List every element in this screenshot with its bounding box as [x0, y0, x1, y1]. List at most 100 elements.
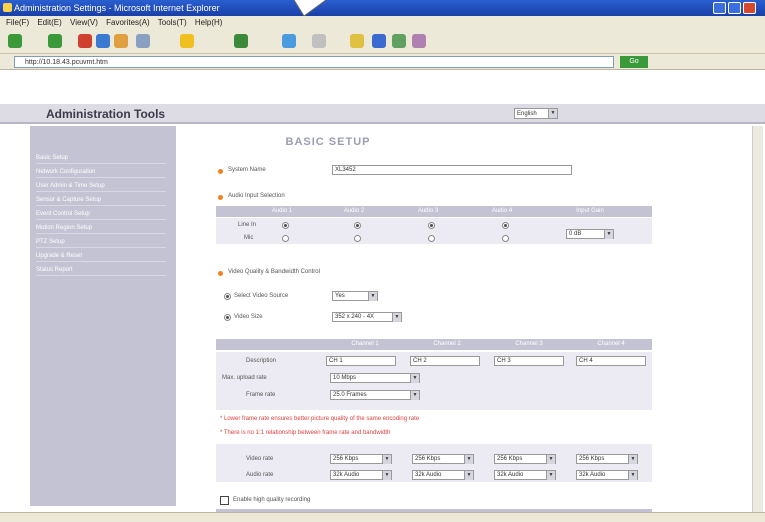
description-ch1[interactable]: CH 1 — [326, 356, 396, 366]
video-rate-ch1[interactable]: 256 Kbps ▼ — [330, 454, 392, 464]
video-source-select[interactable]: Yes ▼ — [332, 291, 378, 301]
audio-col-4: Audio 4 — [491, 208, 513, 214]
chevron-down-icon: ▼ — [368, 292, 377, 301]
video-size-select[interactable]: 352 x 240 - 4X ▼ — [332, 312, 402, 322]
radio-line-in-3[interactable] — [428, 222, 435, 229]
audio-row-mic: Mic — [244, 235, 254, 241]
menu-item-view[interactable]: View(V) — [70, 18, 98, 27]
refresh-icon[interactable] — [96, 34, 110, 48]
close-button[interactable] — [743, 2, 756, 14]
radio-mic-3[interactable] — [428, 235, 435, 242]
chevron-down-icon: ▼ — [410, 374, 419, 383]
high-quality-checkbox[interactable] — [220, 496, 229, 505]
maximize-button[interactable] — [728, 2, 741, 14]
research-icon[interactable] — [412, 34, 426, 48]
radio-line-in-2[interactable] — [354, 222, 361, 229]
sidebar-item-ptz[interactable]: PTZ Setup — [36, 236, 166, 248]
forward-icon[interactable] — [48, 34, 62, 48]
video-rate-ch4-value: 256 Kbps — [579, 456, 605, 462]
frame-rate-select[interactable]: 25.0 Frames ▼ — [330, 390, 420, 400]
max-upload-value: 10 Mbps — [333, 375, 357, 381]
chevron-down-icon: ▼ — [382, 471, 391, 480]
window-title: Administration Settings - Microsoft Inte… — [14, 3, 220, 13]
sidebar-item-basic-setup[interactable]: Basic Setup — [36, 152, 166, 164]
radio-mic-2[interactable] — [354, 235, 361, 242]
chevron-down-icon: ▼ — [382, 455, 391, 464]
description-ch3[interactable]: CH 3 — [494, 356, 564, 366]
description-ch2[interactable]: CH 2 — [410, 356, 480, 366]
radio-video-source[interactable] — [224, 293, 231, 300]
frame-rate-note: * Lower frame rate ensures better pictur… — [220, 416, 420, 422]
video-rate-ch1-value: 256 Kbps — [333, 456, 359, 462]
audio-rate-ch1-value: 32k Audio — [333, 472, 360, 478]
audio-rate-label: Audio rate — [246, 472, 274, 478]
system-name-input[interactable]: XL3452 — [332, 165, 572, 175]
video-rate-ch2-value: 256 Kbps — [415, 456, 441, 462]
search-icon[interactable] — [136, 34, 150, 48]
address-input[interactable]: http://10.18.43.pcuvmt.htm — [14, 56, 614, 68]
sidebar-item-event[interactable]: Event Control Setup — [36, 208, 166, 220]
sidebar-item-network[interactable]: Network Configuration — [36, 166, 166, 178]
sidebar-item-upgrade[interactable]: Upgrade & Reset — [36, 250, 166, 262]
history-icon[interactable] — [282, 34, 296, 48]
max-upload-select[interactable]: 10 Mbps ▼ — [330, 373, 420, 383]
mail-icon[interactable] — [312, 34, 326, 48]
video-rate-ch3-value: 256 Kbps — [497, 456, 523, 462]
media-icon[interactable] — [234, 34, 248, 48]
chevron-down-icon: ▼ — [392, 313, 401, 322]
video-rate-ch3[interactable]: 256 Kbps ▼ — [494, 454, 556, 464]
menu-item-edit[interactable]: Edit(E) — [37, 18, 61, 27]
sidebar-item-user-admin[interactable]: User Admin & Time Setup — [36, 180, 166, 192]
status-bar — [0, 512, 765, 522]
language-select[interactable]: English ▼ — [514, 108, 558, 119]
chevron-down-icon: ▼ — [628, 471, 637, 480]
video-rate-ch2[interactable]: 256 Kbps ▼ — [412, 454, 474, 464]
radio-mic-1[interactable] — [282, 235, 289, 242]
menu-item-favorites[interactable]: Favorites(A) — [106, 18, 150, 27]
menu-item-help[interactable]: Help(H) — [195, 18, 223, 27]
audio-rate-ch4[interactable]: 32k Audio ▼ — [576, 470, 638, 480]
sidebar-item-motion[interactable]: Motion Region Setup — [36, 222, 166, 234]
description-label: Description — [246, 358, 277, 364]
radio-line-in-1[interactable] — [282, 222, 289, 229]
channel-col-2: Channel 2 — [433, 341, 461, 347]
bullet-icon — [218, 271, 223, 276]
window-titlebar: Administration Settings - Microsoft Inte… — [0, 0, 765, 16]
description-ch4[interactable]: CH 4 — [576, 356, 646, 366]
go-button[interactable]: Go — [620, 56, 648, 68]
input-gain-select[interactable]: 0 dB ▼ — [566, 229, 614, 239]
frame-rate-label: Frame rate — [246, 392, 276, 398]
home-icon[interactable] — [114, 34, 128, 48]
video-rate-ch4[interactable]: 256 Kbps ▼ — [576, 454, 638, 464]
print-icon[interactable] — [350, 34, 364, 48]
edit-icon[interactable] — [372, 34, 386, 48]
audio-rate-ch2[interactable]: 32k Audio ▼ — [412, 470, 474, 480]
audio-rate-ch4-value: 32k Audio — [579, 472, 606, 478]
sidebar-item-status[interactable]: Status Report — [36, 264, 166, 276]
radio-mic-4[interactable] — [502, 235, 509, 242]
stop-icon[interactable] — [78, 34, 92, 48]
menu-bar: File(F) Edit(E) View(V) Favorites(A) Too… — [0, 16, 765, 30]
audio-col-gain: Input Gain — [576, 208, 604, 214]
audio-row-line-in: Line In — [238, 222, 257, 228]
audio-rate-ch1[interactable]: 32k Audio ▼ — [330, 470, 392, 480]
menu-item-tools[interactable]: Tools(T) — [158, 18, 187, 27]
vertical-scrollbar[interactable] — [752, 126, 763, 516]
video-source-label: Select Video Source — [234, 293, 289, 299]
audio-col-1: Audio 1 — [271, 208, 293, 214]
menu-item-file[interactable]: File(F) — [6, 18, 29, 27]
sidebar-item-sensor[interactable]: Sensor & Capture Setup — [36, 194, 166, 206]
audio-rate-ch3[interactable]: 32k Audio ▼ — [494, 470, 556, 480]
video-source-value: Yes — [335, 293, 345, 299]
back-icon[interactable] — [8, 34, 22, 48]
chevron-down-icon: ▼ — [410, 391, 419, 400]
minimize-button[interactable] — [713, 2, 726, 14]
favorites-icon[interactable] — [180, 34, 194, 48]
audio-rate-ch2-value: 32k Audio — [415, 472, 442, 478]
audio-col-2: Audio 2 — [343, 208, 365, 214]
max-upload-label: Max. upload rate — [222, 375, 267, 381]
chevron-down-icon: ▼ — [548, 109, 557, 118]
radio-video-size[interactable] — [224, 314, 231, 321]
messenger-icon[interactable] — [392, 34, 406, 48]
radio-line-in-4[interactable] — [502, 222, 509, 229]
